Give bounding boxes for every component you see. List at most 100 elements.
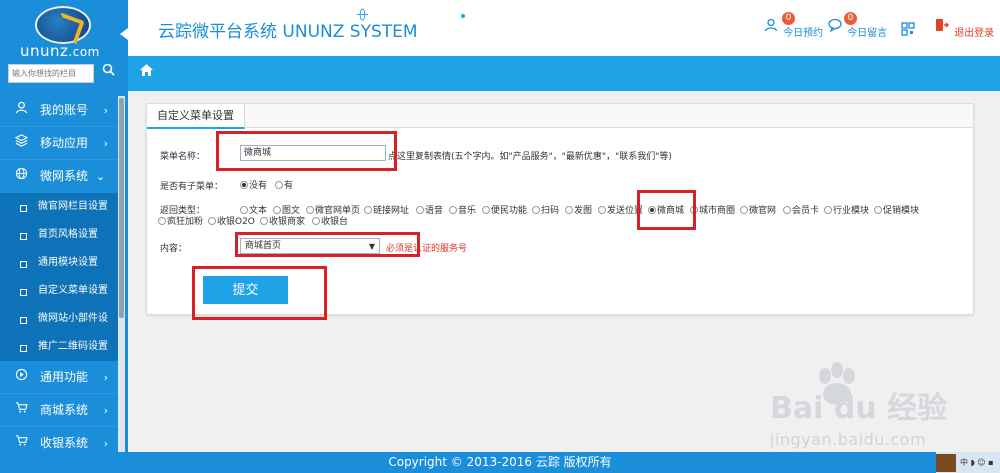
return-type-option[interactable]: 便民功能 bbox=[482, 203, 527, 216]
sidebar-item-mall-system[interactable]: 商城系统 › bbox=[0, 394, 118, 427]
chevron-right-icon: › bbox=[103, 371, 108, 384]
sidebar-subitem[interactable]: 推广二维码设置 bbox=[0, 333, 118, 361]
globe-icon bbox=[355, 0, 369, 35]
menu-name-hint[interactable]: 点这里复制表情(五个字内。如"产品服务"，"最新优惠"，"联系我们"等) bbox=[388, 149, 672, 162]
chevron-down-icon: ⌄ bbox=[95, 170, 106, 183]
qrcode-button[interactable] bbox=[901, 22, 917, 39]
sidebar-scrollbar-thumb[interactable] bbox=[119, 98, 124, 318]
submenu-option-no[interactable]: 没有 bbox=[240, 178, 267, 191]
appointments-badge: 0 bbox=[782, 12, 795, 25]
radio-unchecked[interactable] bbox=[275, 180, 283, 189]
card-tabbar: 自定义菜单设置 bbox=[147, 104, 973, 129]
footer-copyright: Copyright © 2013-2016 云踪 版权所有 bbox=[388, 455, 612, 469]
user-icon bbox=[764, 18, 778, 35]
sidebar-submenu: 微官网栏目设置 首页风格设置 通用模块设置 自定义菜单设置 微网站小部件设 推广… bbox=[0, 193, 118, 361]
highlight-box bbox=[235, 232, 420, 257]
return-type-option[interactable]: 链接网址 bbox=[364, 203, 409, 216]
sidebar-item-microsite-system[interactable]: 微网系统 ⌄ bbox=[0, 160, 118, 193]
chat-icon bbox=[828, 18, 842, 35]
sidebar-item-common-functions[interactable]: 通用功能 › bbox=[0, 361, 118, 394]
submenu-option-yes[interactable]: 有 bbox=[275, 178, 293, 191]
sidebar-item-label: 通用功能 bbox=[40, 370, 89, 384]
sidebar-item-mobile-apps[interactable]: 移动应用 › bbox=[0, 127, 118, 160]
submenu-label: 是否有子菜单： bbox=[160, 182, 224, 192]
return-type-option[interactable]: 发图 bbox=[565, 203, 592, 216]
return-type-option[interactable]: 收银O2O bbox=[208, 214, 255, 227]
tag-icon bbox=[556, 0, 570, 35]
home-icon[interactable] bbox=[128, 56, 164, 91]
return-type-option[interactable]: 促销模块 bbox=[874, 203, 919, 216]
tab-custom-menu[interactable]: 自定义菜单设置 bbox=[147, 104, 245, 129]
sidebar-item-label: 我的账号 bbox=[40, 103, 89, 117]
qrcode-icon bbox=[901, 22, 915, 39]
return-type-option[interactable]: 疯狂加粉 bbox=[158, 214, 203, 227]
sidebar-subitem[interactable]: 微网站小部件设 bbox=[0, 305, 118, 333]
watermark-brand: Bai du 经验 bbox=[770, 391, 948, 426]
highlight-box bbox=[192, 266, 327, 320]
cart-icon bbox=[12, 427, 30, 452]
logo-mark-icon bbox=[35, 6, 91, 44]
nav-label: V8.0版本 bbox=[576, 10, 628, 24]
return-type-option[interactable]: 收银台 bbox=[312, 214, 348, 227]
nav-version[interactable]: V8.0版本» bbox=[556, 0, 635, 35]
sidebar-menu: 我的账号 › 移动应用 › 微网系统 ⌄ 微官网栏目设置 首页风格设置 通用模块… bbox=[0, 94, 118, 452]
nav-label: 微官网预览 bbox=[476, 10, 537, 24]
return-type-option[interactable]: 会员卡 bbox=[783, 203, 819, 216]
return-type-option[interactable]: 扫码 bbox=[532, 203, 559, 216]
appointments-label: 今日预约 bbox=[783, 28, 824, 39]
chevron-right-icon: › bbox=[103, 104, 108, 117]
nav-label: 更新微网站 bbox=[375, 10, 436, 24]
sidebar-search-input[interactable] bbox=[8, 64, 94, 83]
return-type-option[interactable]: 收银商家 bbox=[260, 214, 305, 227]
sidebar-subitem[interactable]: 微官网栏目设置 bbox=[0, 193, 118, 221]
double-chevron-right-icon: » bbox=[627, 10, 636, 24]
nav-update-microsite[interactable]: 更新微网站 bbox=[355, 0, 435, 35]
nav-preview-site[interactable]: 微官网预览 bbox=[456, 0, 536, 35]
nav-label: 用户信息 bbox=[196, 10, 245, 24]
sidebar-item-account[interactable]: 我的账号 › bbox=[0, 94, 118, 127]
user-icon bbox=[176, 0, 190, 35]
radio-checked[interactable] bbox=[240, 180, 248, 189]
logout-icon bbox=[935, 18, 949, 35]
today-appointments[interactable]: 0 今日预约 bbox=[764, 12, 824, 39]
collapse-sidebar-icon[interactable] bbox=[120, 28, 128, 40]
megaphone-icon bbox=[265, 0, 279, 35]
sidebar-subitem[interactable]: 自定义菜单设置 bbox=[0, 277, 118, 305]
sidebar-subitem[interactable]: 通用模块设置 bbox=[0, 249, 118, 277]
footer: Copyright © 2013-2016 云踪 版权所有 bbox=[0, 452, 1000, 473]
eye-icon bbox=[456, 0, 470, 35]
nav-user-info[interactable]: 用户信息 bbox=[176, 0, 244, 35]
sidebar-item-label: 微网系统 bbox=[40, 169, 89, 183]
watermark-url: jingyan.baidu.com bbox=[770, 430, 927, 449]
today-messages[interactable]: 0 今日留言 bbox=[828, 12, 888, 39]
tray-icons: 中 ◗ ☺ ▪ bbox=[960, 458, 994, 467]
return-type-option[interactable]: 语音 bbox=[416, 203, 443, 216]
messages-badge: 0 bbox=[844, 12, 857, 25]
globe-icon bbox=[12, 160, 30, 193]
user-icon bbox=[12, 94, 30, 127]
sidebar: 我的账号 › 移动应用 › 微网系统 ⌄ 微官网栏目设置 首页风格设置 通用模块… bbox=[0, 56, 128, 452]
logout-button[interactable]: 退出登录 bbox=[935, 14, 994, 39]
chevron-right-icon: › bbox=[103, 437, 108, 450]
sidebar-item-label: 收银系统 bbox=[40, 436, 89, 450]
content-label: 内容： bbox=[160, 244, 188, 254]
sidebar-item-label: 移动应用 bbox=[40, 136, 89, 150]
tray-avatar bbox=[936, 454, 956, 472]
return-type-option[interactable]: 微官网 bbox=[740, 203, 776, 216]
return-type-option[interactable]: 城市商圈 bbox=[690, 203, 735, 216]
messages-label: 今日留言 bbox=[847, 28, 888, 39]
nav-promotion-tips[interactable]: 推广技巧 bbox=[265, 0, 333, 35]
cart-icon bbox=[12, 394, 30, 427]
return-type-option[interactable]: 行业模块 bbox=[824, 203, 869, 216]
sidebar-search bbox=[0, 56, 128, 91]
top-navbar bbox=[128, 56, 1000, 91]
search-icon[interactable] bbox=[98, 63, 118, 83]
logo: ununz.com bbox=[0, 0, 128, 60]
sidebar-subitem[interactable]: 首页风格设置 bbox=[0, 221, 118, 249]
system-tray: 中 ◗ ☺ ▪ bbox=[936, 452, 1000, 473]
play-icon bbox=[12, 361, 30, 394]
return-type-option[interactable]: 音乐 bbox=[449, 203, 476, 216]
sidebar-item-cashier-system[interactable]: 收银系统 › bbox=[0, 427, 118, 452]
chevron-right-icon: › bbox=[103, 137, 108, 150]
nav-label: 推广技巧 bbox=[285, 10, 334, 24]
